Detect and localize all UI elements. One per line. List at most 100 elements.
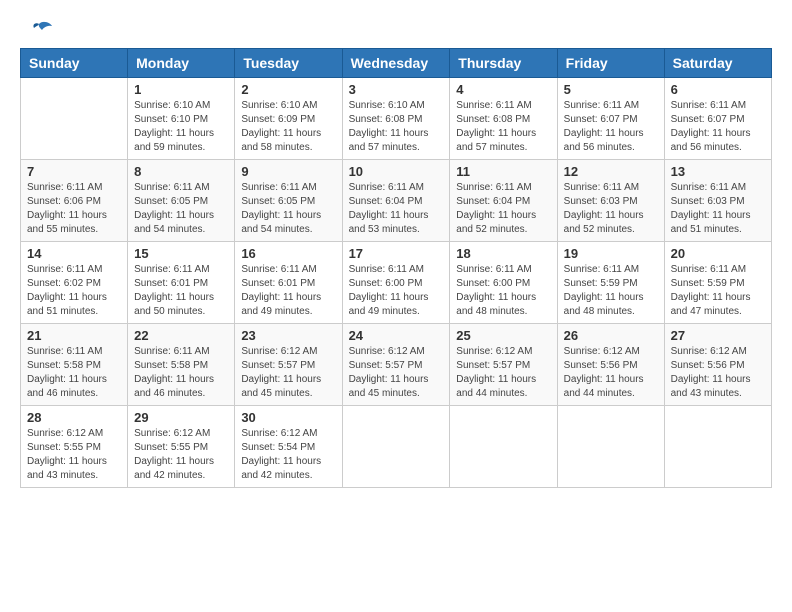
calendar-cell: 28 Sunrise: 6:12 AM Sunset: 5:55 PM Dayli… — [21, 406, 128, 488]
calendar-cell: 5 Sunrise: 6:11 AM Sunset: 6:07 PM Daylig… — [557, 78, 664, 160]
day-info: Sunrise: 6:11 AM Sunset: 6:04 PM Dayligh… — [349, 181, 444, 237]
calendar-table: SundayMondayTuesdayWednesdayThursdayFrid… — [20, 48, 772, 488]
day-number: 21 — [27, 328, 121, 343]
day-number: 15 — [134, 246, 228, 261]
day-number: 14 — [27, 246, 121, 261]
calendar-cell: 18 Sunrise: 6:11 AM Sunset: 6:00 PM Dayli… — [450, 242, 557, 324]
day-number: 18 — [456, 246, 550, 261]
page-header — [20, 20, 772, 38]
day-info: Sunrise: 6:12 AM Sunset: 5:55 PM Dayligh… — [134, 427, 228, 483]
calendar-cell — [450, 406, 557, 488]
day-info: Sunrise: 6:11 AM Sunset: 6:00 PM Dayligh… — [349, 263, 444, 319]
day-number: 2 — [241, 82, 335, 97]
day-number: 30 — [241, 410, 335, 425]
day-info: Sunrise: 6:10 AM Sunset: 6:10 PM Dayligh… — [134, 99, 228, 155]
calendar-cell: 25 Sunrise: 6:12 AM Sunset: 5:57 PM Dayli… — [450, 324, 557, 406]
day-info: Sunrise: 6:11 AM Sunset: 5:59 PM Dayligh… — [564, 263, 658, 319]
day-number: 25 — [456, 328, 550, 343]
calendar-cell: 4Sunrise: 6:11 AM Sunset: 6:08 PM Daylig… — [450, 78, 557, 160]
day-info: Sunrise: 6:12 AM Sunset: 5:55 PM Dayligh… — [27, 427, 121, 483]
calendar-cell: 11 Sunrise: 6:11 AM Sunset: 6:04 PM Dayli… — [450, 160, 557, 242]
day-info: Sunrise: 6:11 AM Sunset: 6:01 PM Dayligh… — [134, 263, 228, 319]
day-info: Sunrise: 6:11 AM Sunset: 6:05 PM Dayligh… — [134, 181, 228, 237]
calendar-cell: 20 Sunrise: 6:11 AM Sunset: 5:59 PM Dayli… — [664, 242, 771, 324]
day-number: 6 — [671, 82, 765, 97]
calendar-cell — [21, 78, 128, 160]
calendar-week-row: 7Sunrise: 6:11 AM Sunset: 6:06 PM Daylig… — [21, 160, 772, 242]
calendar-cell — [342, 406, 450, 488]
day-number: 16 — [241, 246, 335, 261]
column-header-tuesday: Tuesday — [235, 49, 342, 78]
day-number: 29 — [134, 410, 228, 425]
calendar-cell: 13 Sunrise: 6:11 AM Sunset: 6:03 PM Dayli… — [664, 160, 771, 242]
day-number: 27 — [671, 328, 765, 343]
day-number: 7 — [27, 164, 121, 179]
calendar-cell: 9 Sunrise: 6:11 AM Sunset: 6:05 PM Daylig… — [235, 160, 342, 242]
day-number: 22 — [134, 328, 228, 343]
day-number: 24 — [349, 328, 444, 343]
day-number: 10 — [349, 164, 444, 179]
calendar-header-row: SundayMondayTuesdayWednesdayThursdayFrid… — [21, 49, 772, 78]
calendar-cell: 27 Sunrise: 6:12 AM Sunset: 5:56 PM Dayli… — [664, 324, 771, 406]
calendar-cell: 12Sunrise: 6:11 AM Sunset: 6:03 PM Dayli… — [557, 160, 664, 242]
day-number: 8 — [134, 164, 228, 179]
day-info: Sunrise: 6:10 AM Sunset: 6:08 PM Dayligh… — [349, 99, 444, 155]
column-header-saturday: Saturday — [664, 49, 771, 78]
day-number: 17 — [349, 246, 444, 261]
day-number: 23 — [241, 328, 335, 343]
calendar-week-row: 1Sunrise: 6:10 AM Sunset: 6:10 PM Daylig… — [21, 78, 772, 160]
day-number: 11 — [456, 164, 550, 179]
calendar-cell: 6 Sunrise: 6:11 AM Sunset: 6:07 PM Daylig… — [664, 78, 771, 160]
calendar-cell: 26 Sunrise: 6:12 AM Sunset: 5:56 PM Dayli… — [557, 324, 664, 406]
day-number: 19 — [564, 246, 658, 261]
calendar-cell: 23 Sunrise: 6:12 AM Sunset: 5:57 PM Dayli… — [235, 324, 342, 406]
day-number: 13 — [671, 164, 765, 179]
calendar-week-row: 21 Sunrise: 6:11 AM Sunset: 5:58 PM Dayli… — [21, 324, 772, 406]
day-number: 26 — [564, 328, 658, 343]
column-header-friday: Friday — [557, 49, 664, 78]
day-info: Sunrise: 6:12 AM Sunset: 5:57 PM Dayligh… — [456, 345, 550, 401]
day-info: Sunrise: 6:12 AM Sunset: 5:57 PM Dayligh… — [349, 345, 444, 401]
day-info: Sunrise: 6:11 AM Sunset: 5:58 PM Dayligh… — [27, 345, 121, 401]
calendar-cell: 16 Sunrise: 6:11 AM Sunset: 6:01 PM Dayli… — [235, 242, 342, 324]
calendar-cell: 8 Sunrise: 6:11 AM Sunset: 6:05 PM Daylig… — [128, 160, 235, 242]
calendar-cell: 19 Sunrise: 6:11 AM Sunset: 5:59 PM Dayli… — [557, 242, 664, 324]
day-number: 12 — [564, 164, 658, 179]
calendar-cell: 21 Sunrise: 6:11 AM Sunset: 5:58 PM Dayli… — [21, 324, 128, 406]
day-info: Sunrise: 6:11 AM Sunset: 6:07 PM Dayligh… — [564, 99, 658, 155]
day-info: Sunrise: 6:11 AM Sunset: 6:00 PM Dayligh… — [456, 263, 550, 319]
day-info: Sunrise: 6:11 AM Sunset: 5:58 PM Dayligh… — [134, 345, 228, 401]
day-number: 5 — [564, 82, 658, 97]
calendar-cell: 2Sunrise: 6:10 AM Sunset: 6:09 PM Daylig… — [235, 78, 342, 160]
day-number: 9 — [241, 164, 335, 179]
calendar-week-row: 14 Sunrise: 6:11 AM Sunset: 6:02 PM Dayli… — [21, 242, 772, 324]
column-header-sunday: Sunday — [21, 49, 128, 78]
day-info: Sunrise: 6:11 AM Sunset: 6:07 PM Dayligh… — [671, 99, 765, 155]
column-header-wednesday: Wednesday — [342, 49, 450, 78]
day-info: Sunrise: 6:11 AM Sunset: 6:02 PM Dayligh… — [27, 263, 121, 319]
day-info: Sunrise: 6:11 AM Sunset: 6:03 PM Dayligh… — [671, 181, 765, 237]
calendar-cell: 7Sunrise: 6:11 AM Sunset: 6:06 PM Daylig… — [21, 160, 128, 242]
day-info: Sunrise: 6:12 AM Sunset: 5:54 PM Dayligh… — [241, 427, 335, 483]
calendar-cell: 1Sunrise: 6:10 AM Sunset: 6:10 PM Daylig… — [128, 78, 235, 160]
day-number: 28 — [27, 410, 121, 425]
day-number: 3 — [349, 82, 444, 97]
day-info: Sunrise: 6:11 AM Sunset: 6:01 PM Dayligh… — [241, 263, 335, 319]
calendar-cell: 17 Sunrise: 6:11 AM Sunset: 6:00 PM Dayli… — [342, 242, 450, 324]
calendar-cell: 22 Sunrise: 6:11 AM Sunset: 5:58 PM Dayli… — [128, 324, 235, 406]
day-number: 20 — [671, 246, 765, 261]
day-info: Sunrise: 6:11 AM Sunset: 6:05 PM Dayligh… — [241, 181, 335, 237]
day-info: Sunrise: 6:12 AM Sunset: 5:56 PM Dayligh… — [564, 345, 658, 401]
logo-bird-icon — [24, 20, 54, 42]
day-info: Sunrise: 6:12 AM Sunset: 5:56 PM Dayligh… — [671, 345, 765, 401]
day-info: Sunrise: 6:12 AM Sunset: 5:57 PM Dayligh… — [241, 345, 335, 401]
calendar-cell — [664, 406, 771, 488]
day-info: Sunrise: 6:11 AM Sunset: 6:08 PM Dayligh… — [456, 99, 550, 155]
calendar-cell: 29 Sunrise: 6:12 AM Sunset: 5:55 PM Dayli… — [128, 406, 235, 488]
day-info: Sunrise: 6:11 AM Sunset: 5:59 PM Dayligh… — [671, 263, 765, 319]
calendar-week-row: 28 Sunrise: 6:12 AM Sunset: 5:55 PM Dayli… — [21, 406, 772, 488]
calendar-cell: 10 Sunrise: 6:11 AM Sunset: 6:04 PM Dayli… — [342, 160, 450, 242]
day-info: Sunrise: 6:11 AM Sunset: 6:04 PM Dayligh… — [456, 181, 550, 237]
calendar-cell — [557, 406, 664, 488]
calendar-cell: 14 Sunrise: 6:11 AM Sunset: 6:02 PM Dayli… — [21, 242, 128, 324]
